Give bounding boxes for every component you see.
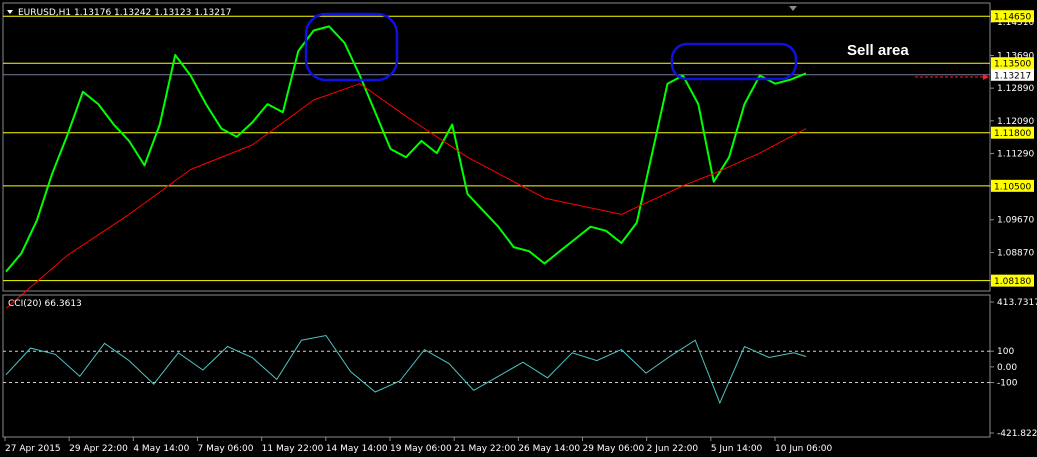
time-tick-2: 4 May 14:00: [133, 444, 189, 454]
time-tick-3: 7 May 06:00: [198, 444, 254, 454]
time-tick-5: 14 May 14:00: [326, 444, 388, 454]
level-label-0: 1.14650: [994, 13, 1031, 23]
time-tick-9: 29 May 06:00: [583, 444, 645, 454]
time-tick-11: 5 Jun 14:00: [711, 444, 763, 454]
sell-area-label: Sell area: [847, 42, 909, 59]
current-price-label: 1.13217: [994, 71, 1031, 81]
time-tick-7: 21 May 22:00: [454, 444, 516, 454]
cci-tick-4: -421.8225: [997, 429, 1037, 439]
price-tick-2: 1.12890: [997, 84, 1034, 94]
price-tick-3: 1.12090: [997, 117, 1034, 127]
cci-tick-0: 413.7317: [997, 298, 1037, 308]
price-tick-7: 1.08870: [997, 248, 1034, 258]
time-tick-4: 11 May 22:00: [262, 444, 324, 454]
level-label-4: 1.08180: [994, 277, 1031, 287]
time-tick-6: 19 May 06:00: [390, 444, 452, 454]
cci-tick-3: -100: [997, 379, 1018, 389]
cci-tick-2: 0.00: [997, 363, 1017, 373]
time-tick-12: 10 Jun 06:00: [775, 444, 832, 454]
price-tick-4: 1.11290: [997, 150, 1034, 160]
time-tick-0: 27 Apr 2015: [5, 444, 61, 454]
time-tick-1: 29 Apr 22:00: [69, 444, 128, 454]
cci-tick-1: 100: [997, 347, 1014, 357]
price-tick-6: 1.09670: [997, 216, 1034, 226]
chart: EURUSD,H1 1.13176 1.13242 1.13123 1.1321…: [0, 0, 1037, 457]
time-tick-10: 2 Jun 22:00: [647, 444, 699, 454]
level-label-2: 1.11800: [994, 129, 1031, 139]
level-label-3: 1.10500: [994, 182, 1031, 192]
time-tick-8: 26 May 14:00: [518, 444, 580, 454]
chart-background: [0, 0, 1037, 457]
cci-panel-title: CCI(20) 66.3613: [8, 299, 82, 309]
level-label-1: 1.13500: [994, 60, 1031, 70]
